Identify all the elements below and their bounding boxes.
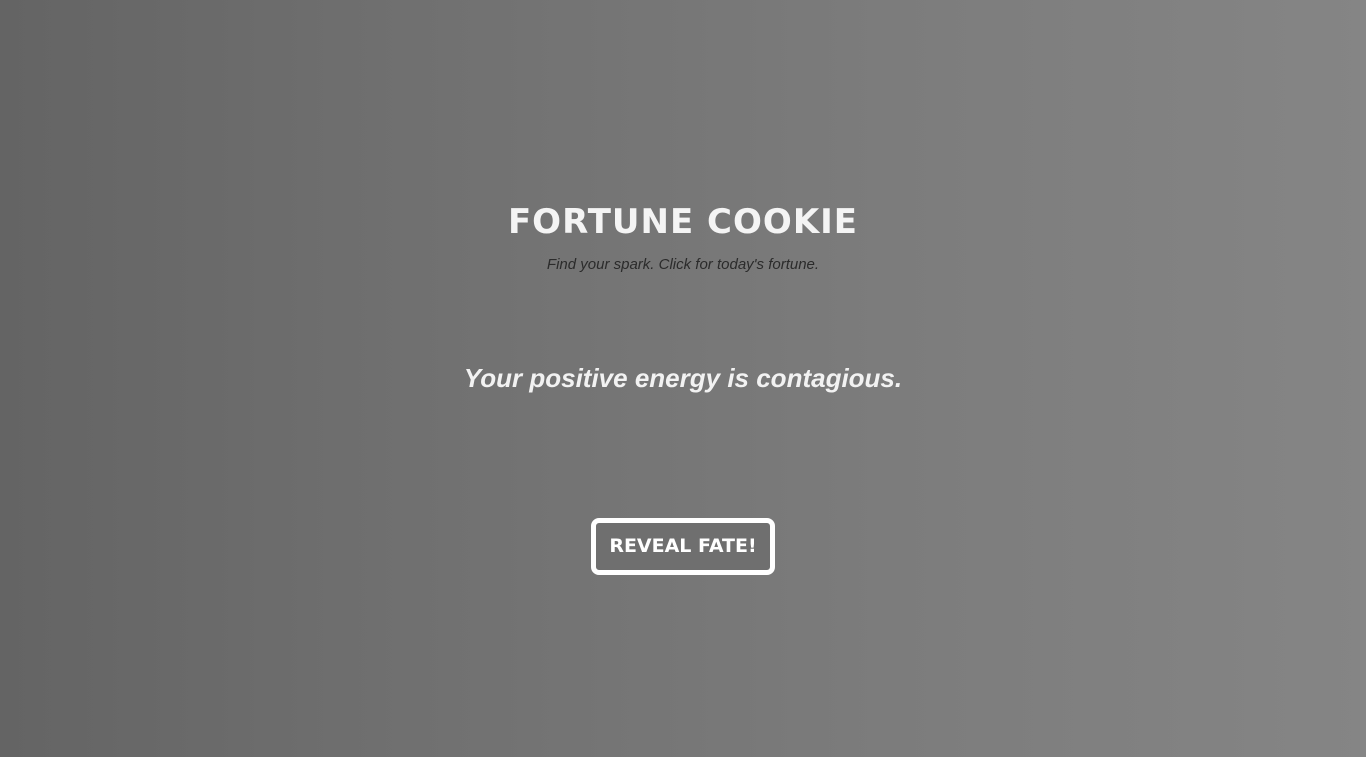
- reveal-fate-button[interactable]: REVEAL FATE!: [591, 518, 775, 575]
- page-subtitle: Find your spark. Click for today's fortu…: [546, 256, 820, 273]
- fortune-cookie-app: FORTUNE COOKIE Find your spark. Click fo…: [0, 0, 1366, 757]
- page-title: FORTUNE COOKIE: [507, 202, 859, 242]
- fortune-message: Your positive energy is contagious.: [463, 363, 903, 393]
- button-container: REVEAL FATE!: [0, 518, 1366, 575]
